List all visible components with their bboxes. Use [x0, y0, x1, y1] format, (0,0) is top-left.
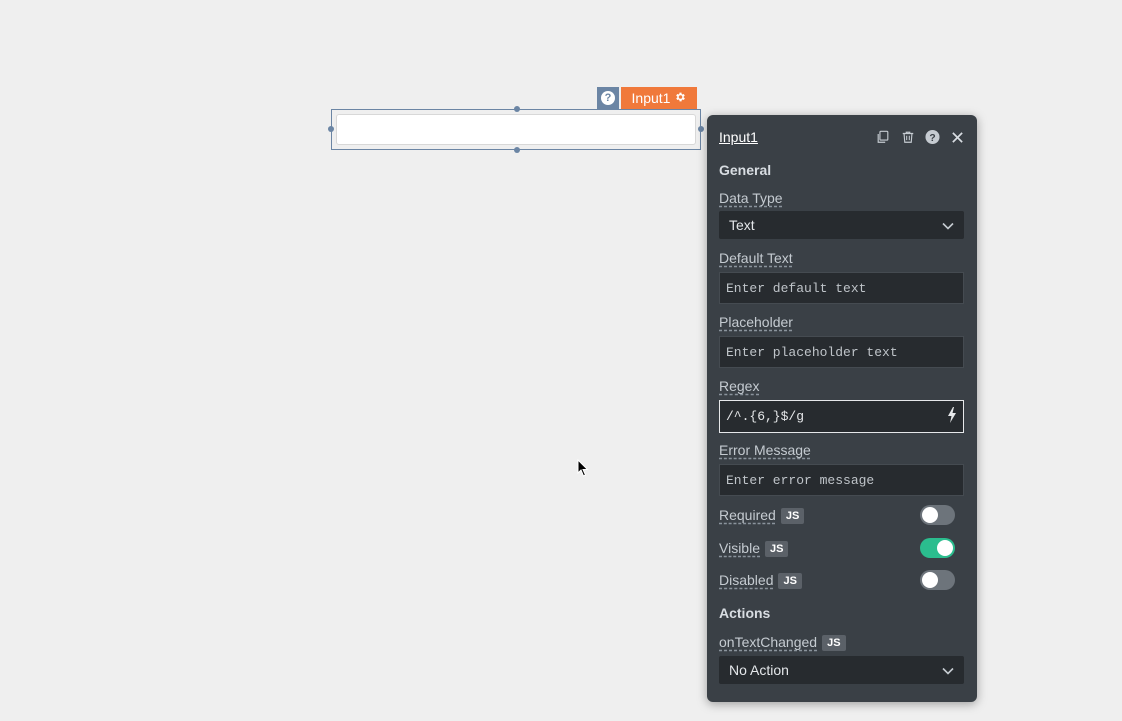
question-icon: ?	[601, 91, 615, 105]
delete-icon[interactable]	[900, 130, 915, 145]
on-text-changed-select[interactable]: No Action	[719, 656, 964, 684]
disabled-label: Disabled	[719, 572, 774, 588]
toggle-knob	[937, 540, 953, 556]
disabled-toggle[interactable]	[920, 570, 955, 590]
regex-label: Regex	[719, 378, 760, 394]
close-icon[interactable]	[950, 130, 965, 145]
disabled-js-toggle[interactable]: JS	[778, 573, 802, 589]
data-type-label: Data Type	[719, 190, 783, 206]
error-message-input[interactable]: Enter error message	[719, 464, 964, 496]
resize-handle-right[interactable]	[698, 126, 704, 132]
resize-handle-bottom[interactable]	[514, 147, 520, 153]
resize-handle-top[interactable]	[514, 106, 520, 112]
pane-title[interactable]: Input1	[719, 129, 875, 145]
required-label: Required	[719, 507, 776, 523]
actions-section-title: Actions	[719, 605, 771, 621]
data-type-select[interactable]: Text	[719, 211, 964, 239]
visible-row: Visible JS	[719, 540, 789, 557]
placeholder-input-placeholder: Enter placeholder text	[726, 344, 898, 360]
regex-value: /^.{6,}$/g	[726, 409, 805, 424]
regex-input[interactable]: /^.{6,}$/g	[719, 400, 964, 433]
visible-js-toggle[interactable]: JS	[765, 541, 789, 557]
required-row: Required JS	[719, 507, 805, 524]
input-widget[interactable]	[336, 114, 696, 145]
resize-handle-left[interactable]	[328, 126, 334, 132]
visible-label: Visible	[719, 540, 760, 556]
visible-toggle[interactable]	[920, 538, 955, 558]
chevron-down-icon	[942, 217, 954, 233]
on-text-changed-value: No Action	[729, 662, 789, 678]
pane-header: Input1 ?	[719, 127, 965, 147]
widget-help-button[interactable]: ?	[597, 87, 619, 109]
required-js-toggle[interactable]: JS	[780, 508, 805, 524]
default-text-label: Default Text	[719, 250, 793, 266]
data-type-value: Text	[729, 217, 755, 233]
toggle-knob	[922, 572, 938, 588]
disabled-row: Disabled JS	[719, 572, 802, 589]
widget-name-label: Input1	[631, 90, 671, 106]
default-text-placeholder: Enter default text	[726, 280, 867, 296]
svg-text:?: ?	[929, 133, 935, 144]
on-text-changed-label: onTextChanged	[719, 634, 818, 650]
on-text-changed-js-toggle[interactable]: JS	[822, 635, 846, 651]
required-toggle[interactable]	[920, 505, 955, 525]
placeholder-label: Placeholder	[719, 314, 793, 330]
error-message-label: Error Message	[719, 442, 811, 458]
help-icon[interactable]: ?	[925, 129, 940, 145]
property-pane: Input1 ? General Data Type Text Default …	[707, 115, 977, 702]
general-section-title: General	[719, 162, 772, 178]
input-widget-selection[interactable]	[328, 106, 704, 153]
lightning-icon[interactable]	[947, 406, 957, 427]
chevron-down-icon	[942, 662, 954, 678]
default-text-input[interactable]: Enter default text	[719, 272, 964, 304]
toggle-knob	[922, 507, 938, 523]
copy-icon[interactable]	[875, 130, 890, 145]
placeholder-input[interactable]: Enter placeholder text	[719, 336, 964, 368]
error-message-placeholder: Enter error message	[726, 472, 875, 488]
widget-name-tag[interactable]: Input1	[621, 87, 697, 109]
mouse-cursor-icon	[577, 458, 589, 482]
gear-icon	[674, 90, 686, 106]
on-text-changed-row: onTextChanged JS	[719, 634, 846, 651]
